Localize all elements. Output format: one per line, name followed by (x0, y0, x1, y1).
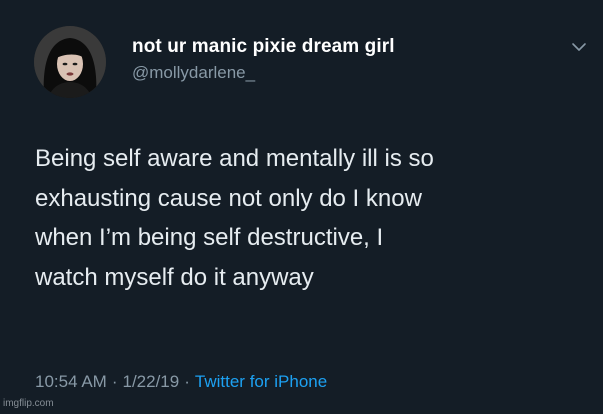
chevron-down-icon[interactable] (571, 40, 587, 54)
tweet-card: not ur manic pixie dream girl @mollydarl… (0, 0, 603, 414)
tweet-text-line: when I’m being self destructive, I (35, 224, 384, 251)
avatar[interactable] (34, 26, 106, 98)
tweet-text-line: exhausting cause not only do I know (35, 184, 422, 212)
meta-separator: · (111, 372, 118, 391)
meta-separator: · (184, 372, 190, 391)
tweet-source-link[interactable]: Twitter for iPhone (195, 372, 327, 391)
tweet-date[interactable]: 1/22/19 (123, 372, 180, 391)
avatar-image (34, 26, 106, 98)
display-name[interactable]: not ur manic pixie dream girl (132, 36, 395, 58)
user-handle[interactable]: @mollydarlene_ (132, 63, 255, 83)
tweet-time[interactable]: 10:54 AM (35, 372, 107, 391)
tweet-meta: 10:54 AM · 1/22/19 · Twitter for iPhone (35, 372, 327, 392)
tweet-text-line: Being self aware and mentally ill is so (35, 145, 434, 172)
tweet-text: Being self aware and mentally ill is so … (35, 139, 595, 297)
tweet-text-line: watch myself do it anyway (35, 263, 314, 291)
watermark: imgflip.com (3, 398, 54, 409)
